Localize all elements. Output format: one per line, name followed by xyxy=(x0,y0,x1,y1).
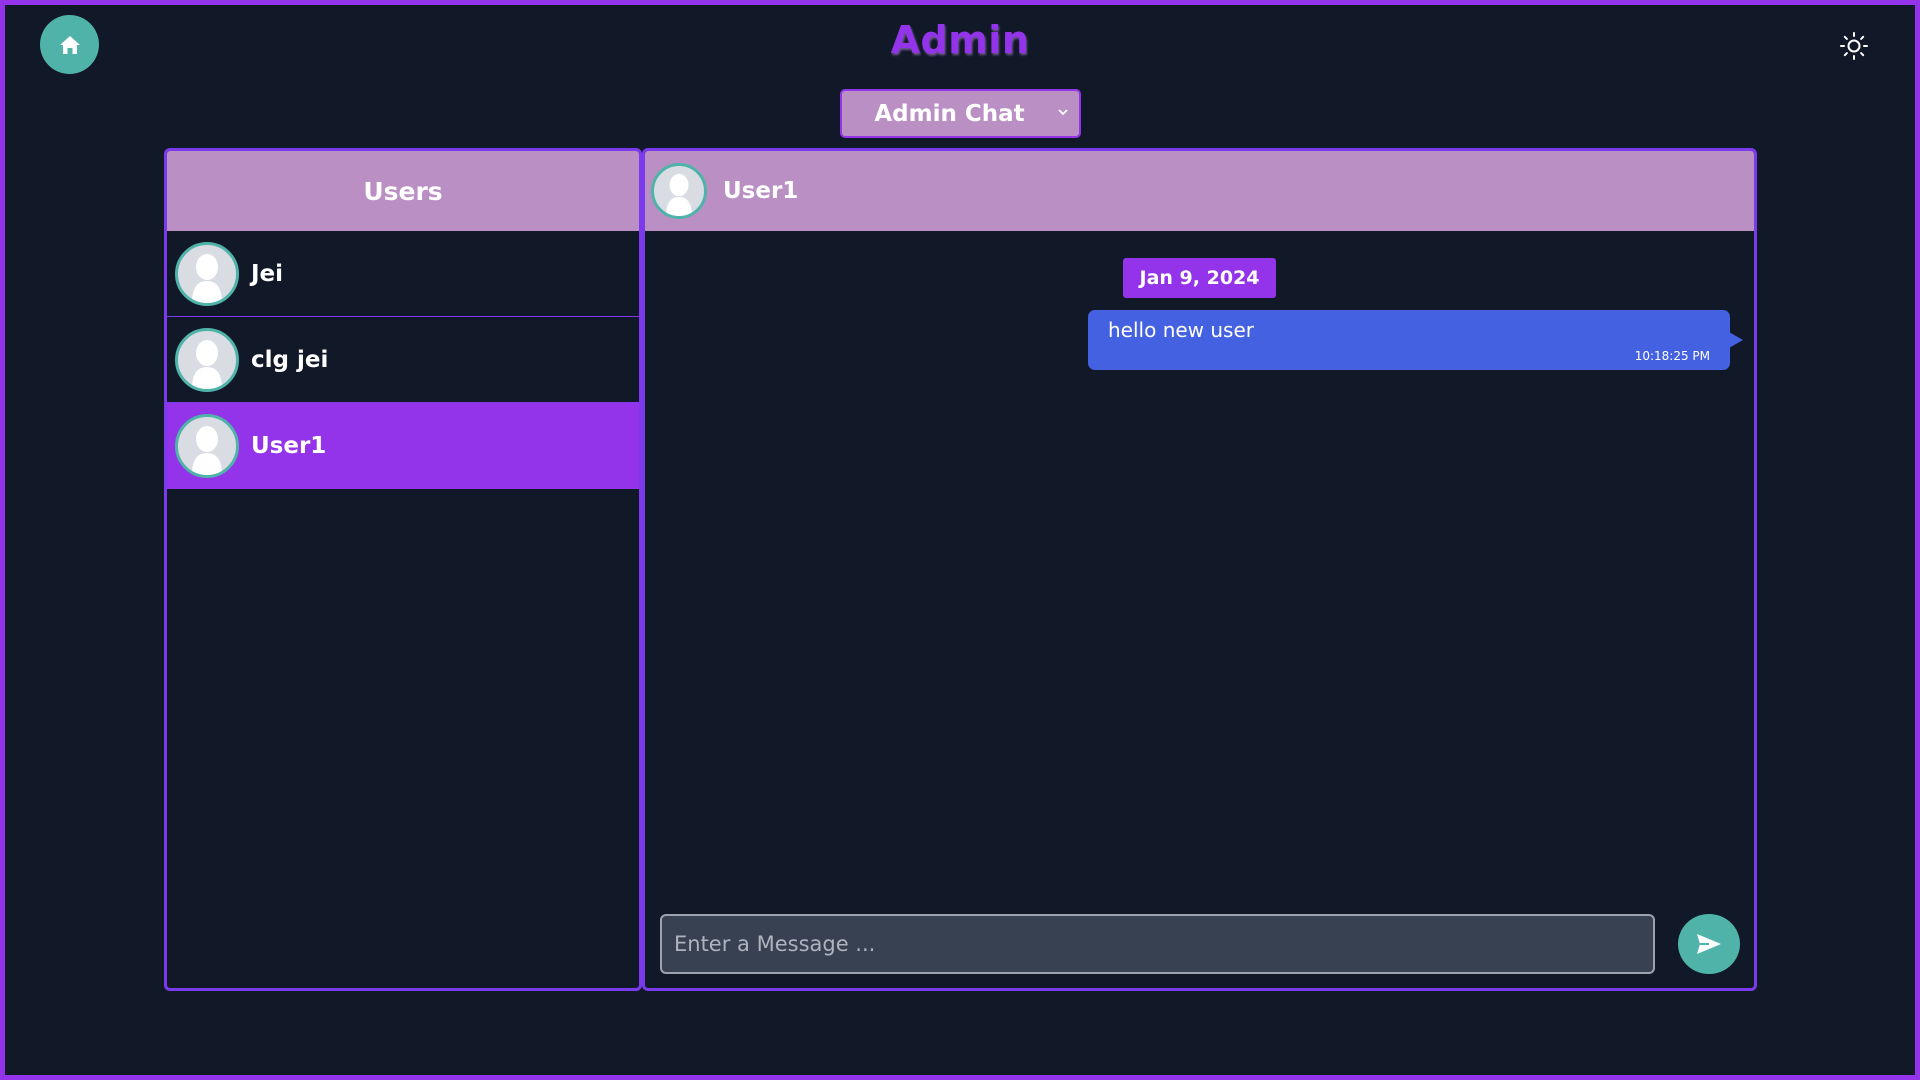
message-text: hello new user xyxy=(1108,318,1255,342)
send-button[interactable] xyxy=(1678,914,1740,974)
chat-user-name: User1 xyxy=(723,178,799,204)
user-name: Jei xyxy=(251,260,284,287)
chat-panel: User1 Jan 9, 2024 hello new user 10:18:2… xyxy=(642,148,1757,991)
date-separator: Jan 9, 2024 xyxy=(1123,258,1276,298)
user-silhouette-icon xyxy=(192,426,222,475)
user-list-item-active[interactable]: User1 xyxy=(167,403,639,489)
user-name: clg jei xyxy=(251,346,329,373)
avatar xyxy=(175,241,239,306)
avatar xyxy=(175,414,239,478)
chat-avatar xyxy=(651,163,707,219)
avatar xyxy=(175,327,239,392)
user-name: User1 xyxy=(251,433,327,459)
user-list-item[interactable]: clg jei xyxy=(167,317,639,403)
message-input[interactable] xyxy=(660,914,1655,974)
page-title: Admin xyxy=(890,18,1030,62)
message-time: 10:18:25 PM xyxy=(1634,349,1710,363)
send-icon xyxy=(1697,934,1721,954)
user-list-item[interactable]: Jei xyxy=(167,231,639,317)
users-header: Users xyxy=(167,151,639,231)
message-bubble: hello new user 10:18:25 PM xyxy=(1088,310,1743,370)
user-silhouette-icon xyxy=(666,173,692,216)
sun-icon xyxy=(1840,32,1868,60)
chevron-down-icon xyxy=(1058,109,1068,116)
theme-toggle-button[interactable] xyxy=(1836,28,1872,64)
user-silhouette-icon xyxy=(192,339,222,389)
users-panel: Users Jei clg jei User1 xyxy=(164,148,642,991)
chat-header: User1 xyxy=(645,151,1754,231)
chat-mode-selected: Admin Chat xyxy=(874,100,1025,127)
chat-mode-select[interactable]: Admin Chat xyxy=(840,89,1081,138)
user-silhouette-icon xyxy=(192,253,222,303)
